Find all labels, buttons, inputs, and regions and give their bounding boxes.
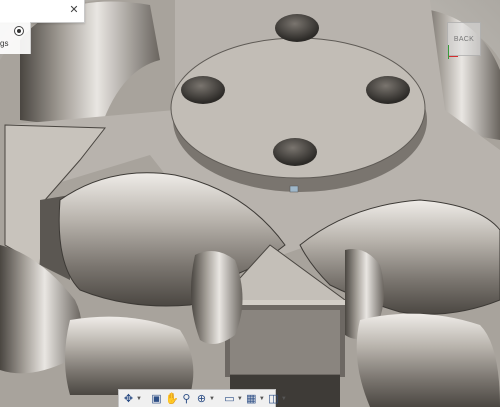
viewcube-face-label[interactable]: BACK <box>448 36 480 43</box>
radio-button-icon[interactable] <box>14 26 24 36</box>
bolt-hole-bottom <box>273 138 317 166</box>
browser-row[interactable]: gs <box>0 22 31 54</box>
bolt-hole-left <box>181 76 225 104</box>
grid-icon: ▦ <box>246 392 257 405</box>
model-render[interactable] <box>0 0 500 407</box>
chevron-down-icon[interactable]: ▼ <box>259 392 265 406</box>
viewports-icon: ◫ <box>268 392 279 405</box>
zoom-icon: ⚲ <box>182 392 191 405</box>
y-axis-indicator <box>448 45 449 59</box>
fit-icon: ⊕ <box>196 392 207 405</box>
orbit-button[interactable]: ✥ ▼ <box>122 392 142 406</box>
browser-panel: ✕ <box>0 0 85 23</box>
bolt-hole-top <box>275 14 319 42</box>
viewcube[interactable]: BACK <box>447 22 481 59</box>
chevron-down-icon[interactable]: ▼ <box>136 392 142 406</box>
display-settings-icon: ▭ <box>224 392 235 405</box>
grid-settings-button[interactable]: ▦ ▼ <box>245 392 265 406</box>
viewports-button[interactable]: ◫ ▼ <box>267 392 287 406</box>
hand-icon: ✋ <box>164 392 179 405</box>
look-at-icon: ▣ <box>151 392 162 405</box>
chevron-down-icon[interactable]: ▼ <box>281 392 287 406</box>
design-viewport[interactable] <box>0 0 500 407</box>
orbit-icon: ✥ <box>123 392 134 405</box>
chevron-down-icon[interactable]: ▼ <box>209 392 215 406</box>
spoke-center-face <box>230 310 340 374</box>
roller-inner-left <box>191 251 243 344</box>
pan-button[interactable]: ✋ <box>164 392 179 406</box>
chevron-down-icon[interactable]: ▼ <box>237 392 243 406</box>
fit-button[interactable]: ⊕ ▼ <box>195 392 215 406</box>
look-at-button[interactable]: ▣ <box>150 392 163 406</box>
bolt-hole-right <box>366 76 410 104</box>
display-settings-button[interactable]: ▭ ▼ <box>223 392 243 406</box>
roller-bottom-right <box>356 313 500 407</box>
roller-bottom-center-left <box>65 316 194 395</box>
x-axis-indicator <box>448 56 458 57</box>
zoom-button[interactable]: ⚲ <box>180 392 193 406</box>
browser-row-label: gs <box>0 39 9 48</box>
navigation-toolbar: ✥ ▼ ▣ ✋ ⚲ ⊕ ▼ ▭ ▼ ▦ ▼ ◫ ▼ <box>118 389 287 407</box>
origin-marker[interactable] <box>289 185 299 193</box>
close-icon[interactable]: ✕ <box>68 4 80 16</box>
